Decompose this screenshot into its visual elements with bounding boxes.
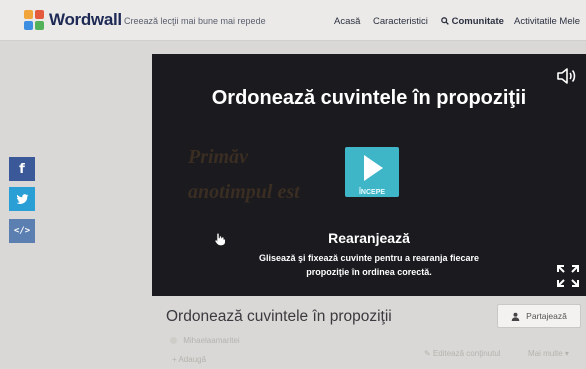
start-label: ÎNCEPE xyxy=(358,189,386,196)
more-label: Mai multe xyxy=(528,349,563,358)
facebook-share-button[interactable]: f xyxy=(9,157,35,181)
nav-home[interactable]: Acasă xyxy=(334,16,360,27)
wordwall-logo[interactable]: Wordwall xyxy=(24,10,122,30)
player-title: Ordonează cuvintele în propoziţii xyxy=(211,87,527,109)
template-description: Glisează şi fixează cuvinte pentru a rea… xyxy=(258,253,480,277)
author-link[interactable]: Mihaelaamaritei xyxy=(170,336,240,345)
edit-content-button[interactable]: ✎ Editează conţinutul xyxy=(424,349,501,358)
sound-toggle[interactable] xyxy=(556,68,576,89)
facebook-icon: f xyxy=(19,161,25,177)
activity-title: Ordonează cuvintele în propoziţii xyxy=(166,308,392,325)
top-navbar: Wordwall Creează lecţii mai bune mai rep… xyxy=(0,0,586,41)
more-button[interactable]: Mai multe ▾ xyxy=(528,349,569,358)
speaker-icon xyxy=(557,68,576,84)
twitter-icon xyxy=(16,193,28,204)
user-icon xyxy=(511,312,520,321)
pencil-icon: ✎ xyxy=(424,349,431,358)
search-icon xyxy=(441,17,449,25)
embed-icon: </> xyxy=(13,226,31,236)
chevron-down-icon: ▾ xyxy=(564,349,569,358)
embed-share-button[interactable]: </> xyxy=(9,219,35,243)
background-sentence-2: anotimpul est xyxy=(188,181,300,203)
background-sentence-1: Primăv xyxy=(188,146,248,168)
play-icon xyxy=(364,155,383,181)
nav-my-activities[interactable]: Activitatile Mele xyxy=(514,16,580,27)
nav-community[interactable]: Comunitate xyxy=(441,16,504,27)
fullscreen-button[interactable] xyxy=(555,263,581,289)
author-avatar-icon xyxy=(170,337,177,344)
activity-player[interactable]: Primăv anotimpul est Ordonează cuvintele… xyxy=(152,54,586,296)
fullscreen-icon xyxy=(557,265,579,287)
share-button[interactable]: Partajează xyxy=(497,304,581,328)
tagline: Creează lecţii mai bune mai repede xyxy=(124,16,266,26)
share-button-label: Partajează xyxy=(526,311,567,321)
edit-label: Editează conţinutul xyxy=(432,349,501,358)
logo-text: Wordwall xyxy=(49,10,122,29)
plus-icon: + xyxy=(172,355,177,364)
add-button[interactable]: + Adaugă xyxy=(172,355,206,364)
twitter-share-button[interactable] xyxy=(9,187,35,211)
add-label: Adaugă xyxy=(178,355,207,364)
hand-cursor-icon xyxy=(214,232,226,251)
author-name: Mihaelaamaritei xyxy=(183,336,240,345)
nav-community-label: Comunitate xyxy=(451,16,504,27)
nav-features[interactable]: Caracteristici xyxy=(373,16,428,27)
logo-grid-icon xyxy=(24,10,44,30)
